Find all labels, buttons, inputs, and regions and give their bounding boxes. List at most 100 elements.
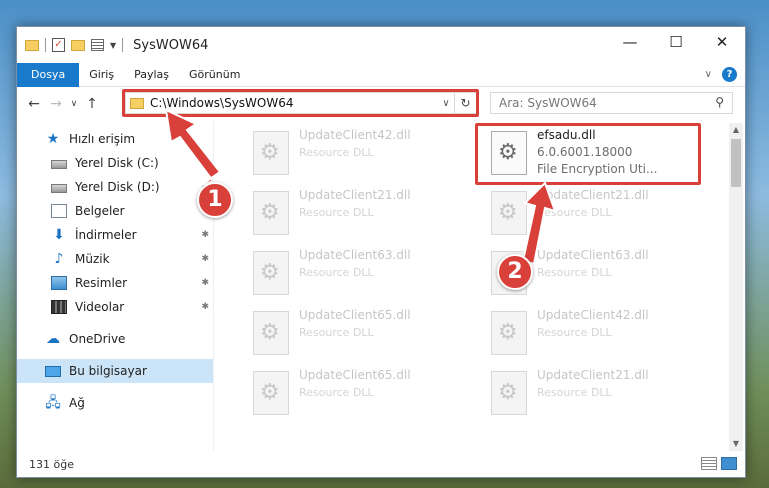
ribbon-tabs: Dosya Giriş Paylaş Görünüm ∨ ? [17,62,745,87]
nav-item-documents[interactable]: Belgeler ✱ [17,199,213,223]
file-name: UpdateClient63.dll [537,248,649,262]
dll-file-icon: ⚙ [491,371,527,415]
pin-icon: ✱ [201,230,209,240]
file-item[interactable]: ⚙ UpdateClient21.dll Resource DLL [253,187,473,243]
recent-locations-chevron-icon[interactable]: ∨ [67,99,81,109]
chevron-down-icon[interactable]: ∨ [705,69,712,80]
help-icon[interactable]: ? [722,67,737,82]
maximize-button[interactable]: ☐ [653,27,699,57]
nav-item-music[interactable]: ♪ Müzik ✱ [17,247,213,271]
nav-item-label: Hızlı erişim [69,132,136,146]
status-bar: 131 öğe [17,451,745,477]
new-folder-icon[interactable] [71,39,85,51]
nav-item-label: Resimler [75,276,128,290]
address-highlight-box [122,89,479,117]
chevron-down-icon[interactable]: ▼ [110,41,116,50]
dll-file-icon: ⚙ [253,371,289,415]
file-item[interactable]: ⚙ UpdateClient63.dll Resource DLL [253,247,473,303]
nav-item-disk-c[interactable]: Yerel Disk (C:) ✱ [17,151,213,175]
tab-share[interactable]: Paylaş [124,63,179,87]
window-title: SysWOW64 [133,37,209,53]
pin-icon: ✱ [201,254,209,264]
download-icon: ⬇ [53,227,65,243]
file-name: UpdateClient65.dll [299,368,411,382]
navigation-pane: ★ Hızlı erişim Yerel Disk (C:) ✱ Yerel D… [17,121,213,451]
window-controls: — ☐ ✕ [607,27,745,57]
dll-file-icon: ⚙ [491,311,527,355]
tab-home[interactable]: Giriş [79,63,124,87]
nav-item-label: OneDrive [69,332,126,346]
nav-item-quick-access[interactable]: ★ Hızlı erişim [17,127,213,151]
disk-icon [51,159,67,169]
file-type: Resource DLL [537,266,612,279]
cloud-icon: ☁ [46,331,60,347]
nav-item-disk-d[interactable]: Yerel Disk (D:) ✱ [17,175,213,199]
tab-file[interactable]: Dosya [17,62,80,87]
pane-divider [213,121,214,451]
dll-file-icon: ⚙ [253,191,289,235]
file-item[interactable]: ⚙ UpdateClient21.dll Resource DLL [491,187,711,243]
minimize-button[interactable]: — [607,27,653,57]
file-type: Resource DLL [299,386,374,399]
pin-icon: ✱ [201,302,209,312]
search-placeholder: Ara: SysWOW64 [499,96,597,110]
nav-item-this-pc[interactable]: Bu bilgisayar [17,359,213,383]
file-name: UpdateClient65.dll [299,308,411,322]
file-name: UpdateClient63.dll [299,248,411,262]
dll-file-icon: ⚙ [253,131,289,175]
back-arrow-icon[interactable]: ← [23,96,45,112]
vertical-scrollbar[interactable]: ▲ ▼ [729,123,743,451]
nav-item-label: Bu bilgisayar [69,364,147,378]
file-name: UpdateClient42.dll [537,308,649,322]
file-type: Resource DLL [299,266,374,279]
scroll-thumb[interactable] [731,139,741,187]
search-icon[interactable]: ⚲ [715,95,724,109]
nav-item-downloads[interactable]: ⬇ İndirmeler ✱ [17,223,213,247]
music-icon: ♪ [54,251,64,267]
documents-icon [51,204,67,218]
forward-arrow-icon[interactable]: → [45,96,67,112]
up-arrow-icon[interactable]: ↑ [81,96,103,112]
dll-file-icon: ⚙ [253,251,289,295]
file-item[interactable]: ⚙ UpdateClient42.dll Resource DLL [491,307,711,363]
nav-item-network[interactable]: 🖧 Ağ [17,391,213,415]
search-input[interactable]: Ara: SysWOW64 ⚲ [490,92,733,114]
file-type: Resource DLL [299,206,374,219]
nav-item-label: Müzik [75,252,110,266]
scroll-up-icon[interactable]: ▲ [729,123,743,137]
step-badge-1: 1 [197,182,233,218]
file-item[interactable]: ⚙ UpdateClient65.dll Resource DLL [253,367,473,423]
nav-item-label: Ağ [69,396,85,410]
file-item[interactable]: ⚙ UpdateClient65.dll Resource DLL [253,307,473,363]
pin-icon: ✱ [201,278,209,288]
title-bar: ✓ ▼ SysWOW64 — ☐ ✕ [17,27,745,63]
nav-item-videos[interactable]: Videolar ✱ [17,295,213,319]
file-type: Resource DLL [299,146,374,159]
nav-item-onedrive[interactable]: ☁ OneDrive [17,327,213,351]
close-button[interactable]: ✕ [699,27,745,57]
file-type: Resource DLL [299,326,374,339]
file-item[interactable]: ⚙ UpdateClient21.dll Resource DLL [491,367,711,423]
pictures-icon [51,276,67,290]
large-icons-view-icon[interactable] [721,457,737,470]
nav-item-label: Yerel Disk (C:) [75,156,159,170]
step-badge-2: 2 [497,254,533,290]
tab-view[interactable]: Görünüm [179,63,250,87]
file-highlight-box [475,123,701,185]
nav-item-pictures[interactable]: Resimler ✱ [17,271,213,295]
details-view-icon[interactable] [701,457,717,470]
file-name: UpdateClient21.dll [299,188,411,202]
scroll-down-icon[interactable]: ▼ [729,437,743,451]
file-name: UpdateClient42.dll [299,128,411,142]
toolbar-divider [122,38,124,52]
properties-check-icon[interactable]: ✓ [52,38,65,52]
file-type: Resource DLL [537,326,612,339]
item-count: 131 öğe [29,457,74,471]
customize-toolbar-icon[interactable] [91,39,104,51]
file-item[interactable]: ⚙ UpdateClient42.dll Resource DLL [253,127,473,183]
file-type: Resource DLL [537,386,612,399]
nav-item-label: Yerel Disk (D:) [75,180,160,194]
network-icon: 🖧 [45,395,61,411]
address-row: ← → ∨ ↑ C:\Windows\SysWOW64 ∨ ↻ Ara: Sys… [17,87,745,121]
star-icon: ★ [46,131,60,147]
